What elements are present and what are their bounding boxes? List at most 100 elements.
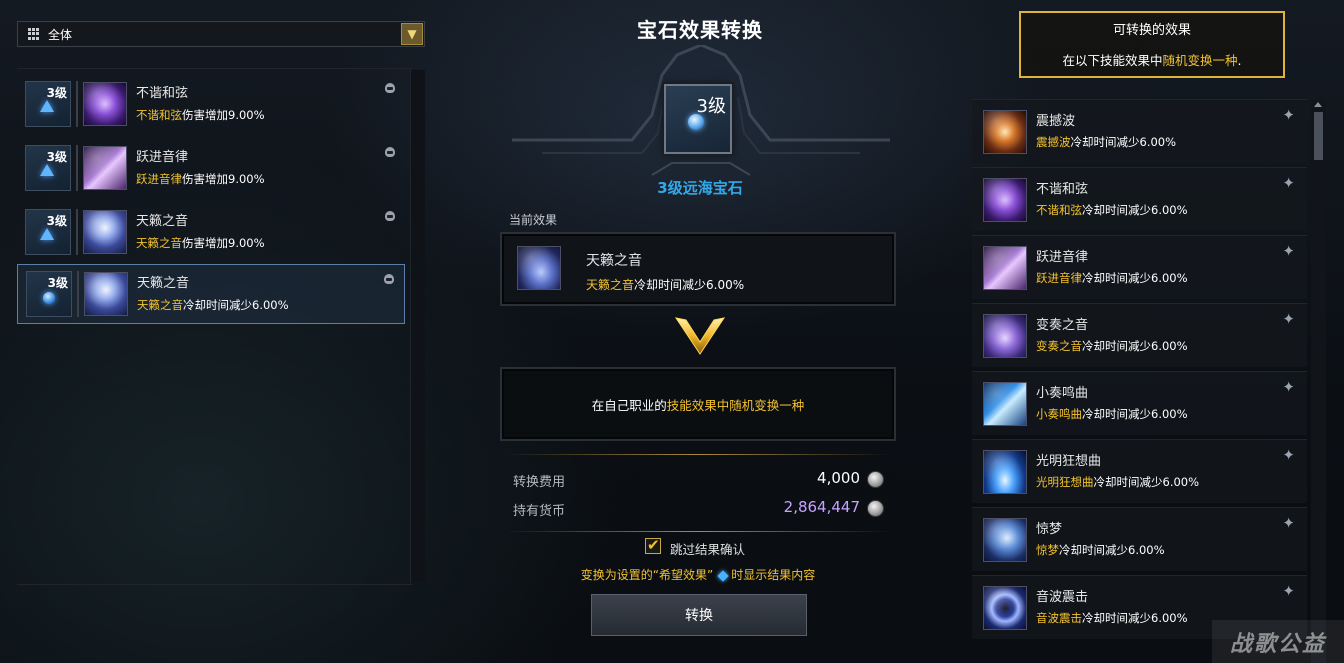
sparkle-icon: ✦ [1282,582,1295,600]
current-effect-desc: 天籁之音冷却时间减少6.00% [586,278,745,292]
skill-name: 不谐和弦 [1036,181,1089,197]
skill-icon [983,381,1027,426]
skill-icon [83,210,127,254]
mask-icon [382,273,396,287]
gem-slot-icon: 3级 [25,81,71,127]
hint-note: 变换为设置的“希望效果” 时显示结果内容 [580,568,816,582]
skill-icon [983,245,1027,290]
gem-level: 3级 [46,86,67,100]
sparkle-icon: ✦ [1282,106,1295,124]
effect-list-item[interactable]: 震撼波 震撼波冷却时间减少6.00% ✦ [972,99,1307,163]
skill-effect: 小奏鸣曲冷却时间减少6.00% [1036,406,1188,421]
gem-list: 3级 不谐和弦 不谐和弦伤害增加9.00% 3级 跃进音律 跃进音律伤害增加9.… [17,68,412,585]
skill-icon [983,449,1027,494]
mask-icon [383,210,397,224]
divider [505,531,891,532]
effect-list-item[interactable]: 光明狂想曲 光明狂想曲冷却时间减少6.00% ✦ [972,439,1307,503]
skill-name: 变奏之音 [1036,317,1089,333]
silver-coin-icon [867,500,884,517]
skill-name: 跃进音律 [1036,249,1089,265]
skill-name: 天籁之音 [137,275,190,291]
gem-slot-icon: 3级 [25,145,71,191]
skill-effect: 光明狂想曲冷却时间减少6.00% [1036,474,1200,489]
gem-level: 3级 [47,276,68,290]
divider [76,145,78,191]
cost-value: 4,000 [817,469,860,487]
effect-list-item[interactable]: 跃进音律 跃进音律冷却时间减少6.00% ✦ [972,235,1307,299]
skill-effect: 天籁之音冷却时间减少6.00% [137,297,289,312]
convertible-effects-list: 震撼波 震撼波冷却时间减少6.00% ✦ 不谐和弦 不谐和弦冷却时间减少6.00… [972,97,1312,663]
chevron-down-icon[interactable]: ▼ [401,23,423,45]
effect-list-item[interactable]: 小奏鸣曲 小奏鸣曲冷却时间减少6.00% ✦ [972,371,1307,435]
grid-icon [28,28,40,40]
skill-icon [983,313,1027,358]
gem-icon [43,292,55,304]
checkmark-icon: ✔ [647,536,660,554]
divider [505,454,891,455]
divider [77,271,79,317]
gem-list-item[interactable]: 3级 不谐和弦 不谐和弦伤害增加9.00% [17,74,405,134]
gem-list-item-selected[interactable]: 3级 天籁之音 天籁之音冷却时间减少6.00% [17,264,405,324]
gem-level: 3级 [46,214,67,228]
filter-label: 全体 [48,27,73,42]
sparkle-icon: ✦ [1282,174,1295,192]
current-effect-box: 天籁之音 天籁之音冷却时间减少6.00% [500,232,896,306]
gem-icon [688,114,704,130]
sparkle-icon: ✦ [1282,310,1295,328]
skill-name: 天籁之音 [136,213,189,229]
cost-label: 转换费用 [513,475,566,490]
left-scrollbar[interactable] [410,70,425,583]
convertible-effects-header: 可转换的效果 在以下技能效果中随机变换一种. [1019,11,1285,78]
sparkle-icon: ✦ [1282,378,1295,396]
skill-icon [983,585,1027,630]
skill-name: 小奏鸣曲 [1036,385,1089,401]
skill-effect: 不谐和弦冷却时间减少6.00% [1036,202,1188,217]
convert-button[interactable]: 转换 [591,594,807,636]
gem-list-item[interactable]: 3级 跃进音律 跃进音律伤害增加9.00% [17,138,405,198]
filter-dropdown[interactable]: 全体 ▼ [17,21,425,47]
effect-list-item[interactable]: 不谐和弦 不谐和弦冷却时间减少6.00% ✦ [972,167,1307,231]
skill-effect: 变奏之音冷却时间减少6.00% [1036,338,1188,353]
conversion-info-box: 在自己职业的 技能效果中随机变换一种 [500,367,896,441]
silver-coin-icon [867,471,884,488]
skill-icon [983,517,1027,562]
skill-name: 跃进音律 [136,149,189,165]
skill-icon [83,82,127,126]
scrollbar-thumb[interactable] [1314,112,1323,160]
gem-level: 3级 [46,150,67,164]
sparkle-icon: ✦ [1282,446,1295,464]
diamond-icon [717,569,729,582]
skill-effect: 不谐和弦伤害增加9.00% [136,107,265,122]
skill-icon [84,272,128,316]
skill-name: 惊梦 [1036,521,1063,537]
gem-icon [40,100,54,112]
skill-icon [983,109,1027,154]
watermark-logo: 战歌公益 [1212,620,1344,663]
owned-value: 2,864,447 [783,498,860,516]
gem-slot-icon: 3级 [26,271,72,317]
divider [76,81,78,127]
divider [76,209,78,255]
header-subtitle: 在以下技能效果中随机变换一种. [1062,53,1242,68]
gem-name: 3级远海宝石 [657,179,743,197]
skill-name: 不谐和弦 [136,85,189,101]
skill-effect: 惊梦冷却时间减少6.00% [1036,542,1165,557]
mask-icon [383,82,397,96]
mask-icon [383,146,397,160]
sparkle-icon: ✦ [1282,514,1295,532]
skip-confirm-checkbox[interactable]: ✔ [645,536,661,554]
right-scrollbar[interactable] [1311,100,1326,663]
skill-icon [983,177,1027,222]
sparkle-icon: ✦ [1282,242,1295,260]
effect-list-item[interactable]: 惊梦 惊梦冷却时间减少6.00% ✦ [972,507,1307,571]
current-effect-name: 天籁之音 [586,253,642,269]
owned-label: 持有货币 [513,504,566,519]
effect-list-item[interactable]: 变奏之音 变奏之音冷却时间减少6.00% ✦ [972,303,1307,367]
gem-icon [40,164,54,176]
gem-list-item[interactable]: 3级 天籁之音 天籁之音伤害增加9.00% [17,202,405,262]
skill-name: 光明狂想曲 [1036,453,1102,469]
chevron-down-icon [674,317,726,355]
skill-name: 震撼波 [1036,113,1076,129]
scroll-up-icon[interactable] [1314,102,1322,107]
skill-icon [83,146,127,190]
